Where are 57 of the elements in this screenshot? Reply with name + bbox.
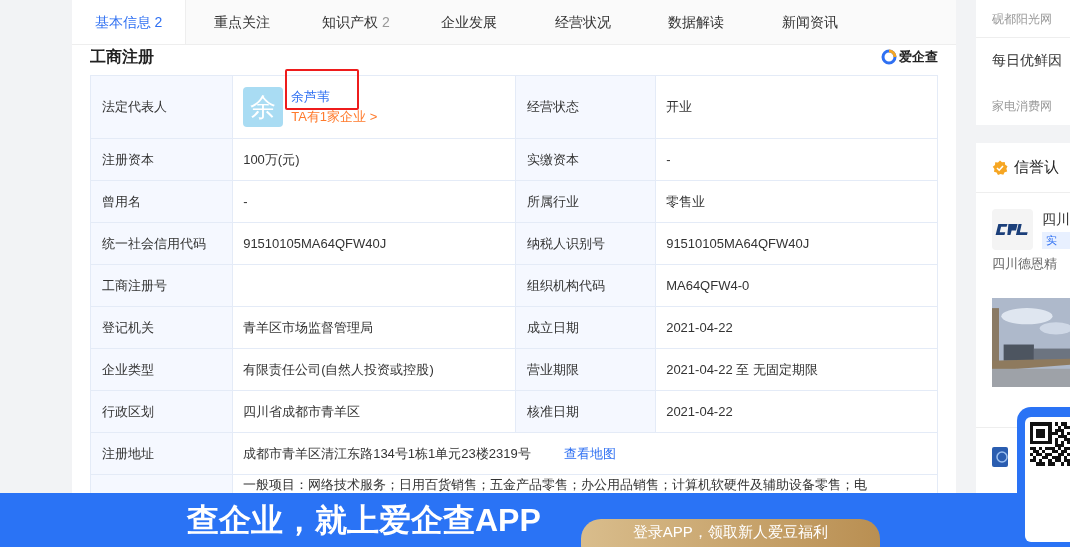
- tab[interactable]: 新闻资讯: [753, 0, 867, 44]
- tab[interactable]: 企业发展: [412, 0, 527, 44]
- field-label: 法定代表人: [90, 75, 233, 139]
- field-value: 2021-04-22: [655, 390, 938, 433]
- field-label: 所属行业: [515, 180, 656, 223]
- field-value: 91510105MA64QFW40J: [655, 222, 938, 265]
- tab[interactable]: 基本信息 2: [72, 0, 186, 44]
- app-icon: [992, 444, 1008, 469]
- qr-code-icon: [1030, 422, 1070, 466]
- tab[interactable]: 经营状况: [526, 0, 640, 44]
- person-link[interactable]: 余芦苇: [291, 87, 378, 107]
- field-label: 实缴资本: [515, 138, 656, 181]
- map-link[interactable]: 查看地图: [563, 445, 616, 461]
- field-label: 统一社会信用代码: [90, 222, 233, 265]
- field-value: 91510105MA64QFW40J: [232, 222, 516, 265]
- field-label: 纳税人识别号: [515, 222, 656, 265]
- news-source: 砚都阳光网: [976, 0, 1070, 38]
- field-value: 有限责任公司(自然人投资或控股): [232, 348, 516, 391]
- field-value: -: [655, 138, 938, 181]
- field-value: 青羊区市场监督管理局: [232, 306, 516, 349]
- address-text: 成都市青羊区清江东路134号1栋1单元23楼2319号: [243, 445, 531, 461]
- field-value: 开业: [655, 75, 938, 139]
- business-scope-text: 一般项目：网络技术服务；日用百货销售；五金产品零售；办公用品销售；计算机软硬件及辅助设备零售；电: [243, 477, 868, 492]
- tab[interactable]: 数据解读: [639, 0, 754, 44]
- news-title[interactable]: 每日优鲜因: [992, 50, 1070, 71]
- field-value: 2021-04-22: [655, 306, 938, 349]
- company-description: 四川德恩精: [991, 255, 1058, 273]
- company-name: 四川: [1042, 210, 1070, 229]
- verified-badge-icon: [992, 159, 1008, 176]
- field-label: 曾用名: [90, 180, 233, 223]
- field-label: 企业类型: [90, 348, 233, 391]
- brand-name: 爱企查: [899, 50, 939, 64]
- banner-slogan: 查企业，就上爱企查APP: [187, 501, 541, 540]
- card-title: 信誉认: [1014, 157, 1059, 178]
- field-value: 四川省成都市青羊区: [232, 390, 516, 433]
- field-label: 工商注册号: [90, 264, 233, 307]
- section-title: 工商注册: [90, 49, 155, 65]
- field-label: 经营状态: [515, 75, 656, 139]
- field-label: 注册地址: [90, 432, 233, 475]
- news-source: 家电消费网: [992, 98, 1053, 115]
- tab[interactable]: 知识产权 2: [299, 0, 413, 44]
- field-label: 成立日期: [515, 306, 656, 349]
- tag: 实: [1042, 232, 1070, 249]
- field-value: 100万(元): [232, 138, 516, 181]
- field-value: MA64QFW4-0: [655, 264, 938, 307]
- field-label: 营业期限: [515, 348, 656, 391]
- field-label: 注册资本: [90, 138, 233, 181]
- field-value: 2021-04-22 至 无固定期限: [655, 348, 938, 391]
- avatar: 余: [243, 87, 284, 127]
- field-label: 核准日期: [515, 390, 656, 433]
- field-value: -: [232, 180, 516, 223]
- field-label: 登记机关: [90, 306, 233, 349]
- logo-icon: [881, 49, 898, 65]
- field-label: 行政区划: [90, 390, 233, 433]
- field-label: 组织机构代码: [515, 264, 656, 307]
- field-value: 零售业: [655, 180, 938, 223]
- tab[interactable]: 重点关注: [185, 0, 300, 44]
